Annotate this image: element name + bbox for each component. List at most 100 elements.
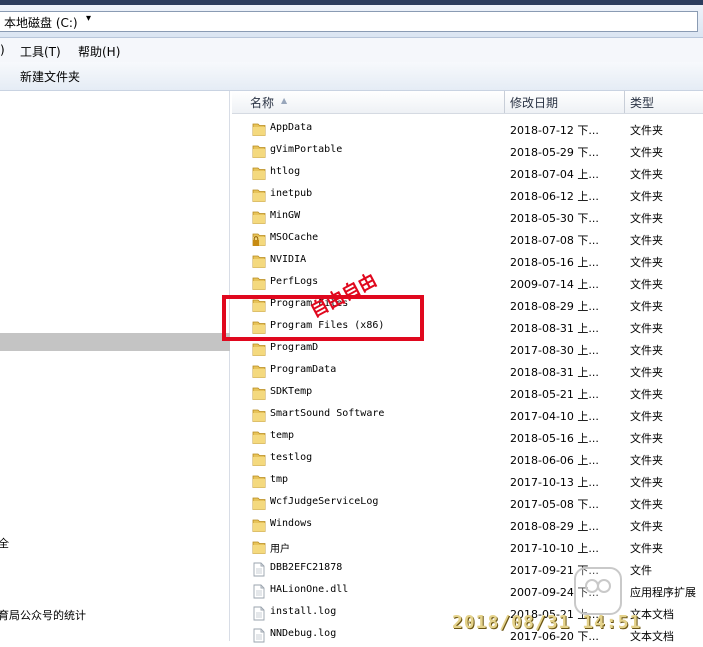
- table-row[interactable]: inetpub 2018-06-12 上... 文件夹: [232, 185, 703, 207]
- file-name: ProgramD: [270, 342, 319, 353]
- file-name: temp: [270, 430, 295, 441]
- file-name: gVimPortable: [270, 144, 343, 155]
- folder-icon: [252, 122, 266, 137]
- file-name: DBB2EFC21878: [270, 562, 343, 573]
- command-bar: [0, 62, 703, 91]
- table-row[interactable]: PerfLogs 2009-07-14 上... 文件夹: [232, 273, 703, 295]
- file-date: 2018-07-04 上...: [510, 168, 599, 181]
- table-row[interactable]: DBB2EFC21878 2017-09-21 下... 文件: [232, 559, 703, 581]
- menu-tools[interactable]: 工具(T): [20, 43, 61, 60]
- file-date: 2018-06-12 上...: [510, 190, 599, 203]
- menu-help[interactable]: 帮助(H): [78, 43, 120, 60]
- file-name: tmp: [270, 474, 289, 485]
- file-date: 2017-10-13 上...: [510, 476, 599, 489]
- file-name: inetpub: [270, 188, 313, 199]
- folder-icon: [252, 342, 266, 357]
- dll-file-icon: [252, 584, 266, 599]
- file-type: 文件夹: [630, 124, 663, 137]
- timestamp-stamp: 2018/08/31 14:51: [452, 612, 642, 633]
- file-type: 文件夹: [630, 168, 663, 181]
- folder-icon: [252, 254, 266, 269]
- column-separator[interactable]: [504, 91, 505, 113]
- address-text[interactable]: 本地磁盘 (C:): [4, 14, 78, 31]
- file-name: HALionOne.dll: [270, 584, 349, 595]
- file-date: 2018-05-29 下...: [510, 146, 599, 159]
- table-row[interactable]: NVIDIA 2018-05-16 上... 文件夹: [232, 251, 703, 273]
- column-separator[interactable]: [624, 91, 625, 113]
- file-date: 2009-07-14 上...: [510, 278, 599, 291]
- file-date: 2017-05-08 下...: [510, 498, 599, 511]
- file-name: WcfJudgeServiceLog: [270, 496, 379, 507]
- file-date: 2017-08-30 上...: [510, 344, 599, 357]
- table-row[interactable]: temp 2018-05-16 上... 文件夹: [232, 427, 703, 449]
- file-date: 2018-07-08 下...: [510, 234, 599, 247]
- locked-folder-icon: [252, 232, 266, 247]
- table-row[interactable]: 用户 2017-10-10 上... 文件夹: [232, 537, 703, 559]
- file-name: SDKTemp: [270, 386, 313, 397]
- file-name: ProgramData: [270, 364, 337, 375]
- file-type: 文件夹: [630, 256, 663, 269]
- folder-icon: [252, 518, 266, 533]
- file-type: 文件夹: [630, 146, 663, 159]
- sort-ascending-icon: ▲: [281, 96, 288, 105]
- file-date: 2018-08-29 上...: [510, 520, 599, 533]
- table-row[interactable]: HALionOne.dll 2007-09-24 下... 应用程序扩展: [232, 581, 703, 603]
- file-type: 文件: [630, 564, 652, 577]
- folder-icon: [252, 452, 266, 467]
- folder-icon: [252, 364, 266, 379]
- navigation-pane[interactable]: [0, 91, 230, 641]
- table-row[interactable]: ProgramData 2018-08-31 上... 文件夹: [232, 361, 703, 383]
- file-type: 文件夹: [630, 344, 663, 357]
- file-date: 2018-08-31 上...: [510, 366, 599, 379]
- navigation-selected-item[interactable]: [0, 333, 230, 351]
- file-name: Windows: [270, 518, 313, 529]
- file-type: 文件夹: [630, 498, 663, 511]
- file-name: 用户: [270, 544, 290, 555]
- file-icon: [252, 562, 266, 577]
- file-type: 文件夹: [630, 322, 663, 335]
- table-row[interactable]: testlog 2018-06-06 上... 文件夹: [232, 449, 703, 471]
- file-name: MinGW: [270, 210, 301, 221]
- table-row[interactable]: SDKTemp 2018-05-21 上... 文件夹: [232, 383, 703, 405]
- file-type: 文件夹: [630, 432, 663, 445]
- table-row[interactable]: WcfJudgeServiceLog 2017-05-08 下... 文件夹: [232, 493, 703, 515]
- nav-item-partial[interactable]: 全: [0, 535, 9, 551]
- table-row[interactable]: MinGW 2018-05-30 下... 文件夹: [232, 207, 703, 229]
- file-name: AppData: [270, 122, 313, 133]
- file-date: 2017-04-10 上...: [510, 410, 599, 423]
- folder-icon: [252, 496, 266, 511]
- address-box[interactable]: [0, 11, 698, 32]
- file-name: PerfLogs: [270, 276, 319, 287]
- folder-icon: [252, 540, 266, 555]
- table-row[interactable]: MSOCache 2018-07-08 下... 文件夹: [232, 229, 703, 251]
- table-row[interactable]: AppData 2018-07-12 下... 文件夹: [232, 119, 703, 141]
- column-date-header[interactable]: 修改日期: [510, 94, 558, 111]
- file-type: 文件夹: [630, 410, 663, 423]
- table-row[interactable]: ProgramD 2017-08-30 上... 文件夹: [232, 339, 703, 361]
- folder-icon: [252, 188, 266, 203]
- nav-item-stats[interactable]: 育局公众号的统计: [0, 607, 86, 623]
- file-type: 文件夹: [630, 476, 663, 489]
- address-dropdown-icon[interactable]: ▾: [86, 13, 91, 24]
- file-type: 文件夹: [630, 542, 663, 555]
- table-row[interactable]: htlog 2018-07-04 上... 文件夹: [232, 163, 703, 185]
- column-name-header[interactable]: 名称: [250, 94, 274, 111]
- file-type: 文件夹: [630, 300, 663, 313]
- file-type: 文件夹: [630, 212, 663, 225]
- table-row[interactable]: gVimPortable 2018-05-29 下... 文件夹: [232, 141, 703, 163]
- file-type: 应用程序扩展: [630, 586, 696, 599]
- folder-icon: [252, 166, 266, 181]
- file-date: 2018-05-16 上...: [510, 256, 599, 269]
- folder-icon: [252, 430, 266, 445]
- file-type: 文件夹: [630, 234, 663, 247]
- watermark-logo-icon: [574, 567, 622, 615]
- file-type: 文件夹: [630, 388, 663, 401]
- file-type: 文件夹: [630, 366, 663, 379]
- column-type-header[interactable]: 类型: [630, 94, 654, 111]
- menu-clipped[interactable]: ): [0, 43, 5, 57]
- new-folder-button[interactable]: 新建文件夹: [20, 68, 80, 85]
- table-row[interactable]: SmartSound Software 2017-04-10 上... 文件夹: [232, 405, 703, 427]
- table-row[interactable]: Windows 2018-08-29 上... 文件夹: [232, 515, 703, 537]
- file-date: 2018-06-06 上...: [510, 454, 599, 467]
- table-row[interactable]: tmp 2017-10-13 上... 文件夹: [232, 471, 703, 493]
